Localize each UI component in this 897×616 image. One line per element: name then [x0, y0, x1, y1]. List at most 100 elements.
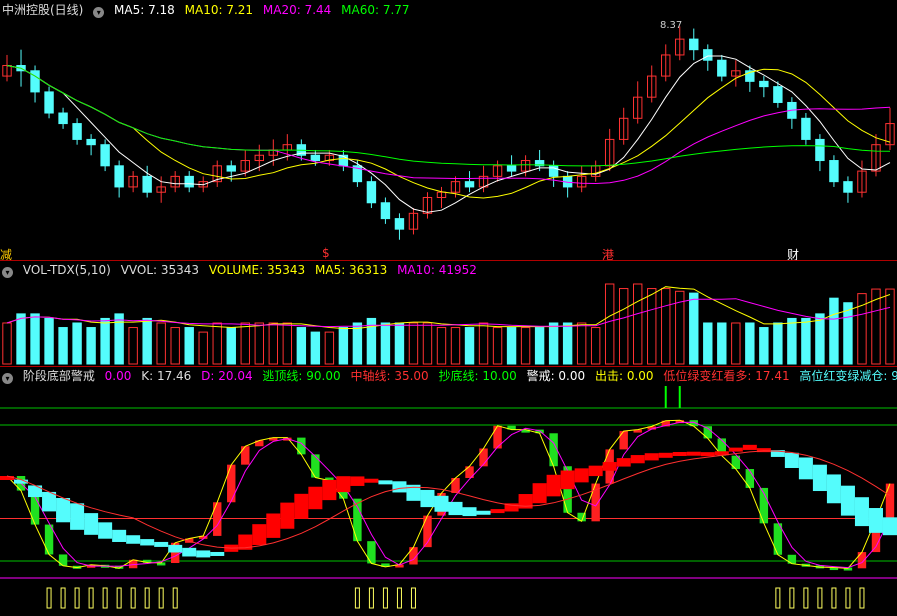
candle-body: [394, 218, 405, 230]
stock-name[interactable]: 中洲控股(日线): [2, 3, 83, 17]
bottom-warning-mark: [172, 587, 178, 609]
trend-band: [882, 517, 897, 536]
volume-bar: [703, 322, 713, 365]
high-price-label: 8.37: [660, 20, 683, 31]
volume-bar: [184, 327, 194, 365]
volume-bar: [72, 322, 82, 365]
volume-bar: [562, 322, 573, 365]
d-label: D: 20.04: [201, 369, 253, 383]
vol-indicator-name[interactable]: VOL-TDX(5,10): [23, 263, 111, 277]
collapse-icon[interactable]: ▾: [2, 373, 13, 384]
trend-band: [630, 455, 645, 464]
out-label: 出击: 0.00: [594, 369, 654, 383]
volume-bar: [661, 288, 671, 365]
volume-bar: [296, 327, 307, 365]
candle-body: [142, 175, 152, 193]
volume-bar: [324, 331, 335, 365]
bottom-warning-mark: [46, 587, 52, 609]
volume-bar: [829, 297, 839, 365]
ma60-line: [6, 65, 891, 167]
signal-panel[interactable]: ▾ 阶段底部警戒 0.00 K: 17.46 D: 20.04 逃顶线: 90.…: [0, 366, 897, 616]
candle-body: [773, 86, 783, 103]
volume-bar: [745, 322, 755, 365]
bottom-warning-mark: [396, 587, 402, 609]
bottom-warning-mark: [382, 587, 388, 609]
volume-bar: [759, 327, 769, 365]
trend-band: [616, 458, 631, 467]
volume-bar: [450, 327, 461, 365]
volume-bar: [30, 313, 40, 365]
volume-bar: [170, 327, 180, 365]
ma20-line: [6, 65, 891, 185]
bottom-warning-mark: [60, 587, 66, 609]
volume-bar: [128, 327, 138, 365]
volume-bar: [352, 322, 363, 365]
collapse-icon[interactable]: ▾: [93, 7, 105, 18]
trend-band: [742, 444, 757, 450]
collapse-icon[interactable]: ▾: [2, 267, 13, 278]
volume-bar: [548, 322, 559, 365]
volume-panel[interactable]: ▾ VOL-TDX(5,10) VVOL: 35343 VOLUME: 3534…: [0, 260, 897, 366]
price-chart[interactable]: [0, 0, 897, 260]
bottom-warning-mark: [144, 587, 150, 609]
volume-bar: [604, 283, 615, 365]
bottom-warning-mark: [116, 587, 122, 609]
volume-bar: [436, 327, 447, 365]
trend-band: [0, 476, 15, 480]
marker-dollar[interactable]: $: [322, 246, 330, 260]
trend-band: [196, 550, 211, 558]
volume-bar: [773, 322, 783, 365]
trend-band: [378, 480, 393, 485]
volume-bar: [282, 322, 293, 365]
volume-bar: [422, 322, 433, 365]
bottom-warning-mark: [817, 587, 823, 609]
trend-band: [490, 509, 505, 514]
bottom-warning-mark: [158, 587, 164, 609]
bottom-warning-mark: [88, 587, 94, 609]
trend-band: [434, 495, 449, 512]
candle-body: [815, 138, 825, 162]
price-panel[interactable]: 中洲控股(日线) ▾ MA5: 7.18 MA10: 7.21 MA20: 7.…: [0, 0, 897, 262]
trend-band: [798, 457, 813, 480]
volume-bar: [226, 327, 236, 365]
middle-label: 中轴线: 35.00: [350, 369, 429, 383]
trend-band: [448, 501, 463, 516]
k-step-bar: [58, 554, 68, 566]
candle-body: [703, 49, 713, 61]
vvol-label: VVOL: 35343: [120, 263, 200, 277]
volume-bar: [240, 322, 250, 365]
trend-band: [336, 476, 351, 493]
k-step-bar: [241, 446, 250, 465]
k-step-bar: [213, 502, 222, 536]
signal-indicator-name[interactable]: 阶段底部警戒: [23, 369, 95, 383]
volume-bar: [212, 322, 222, 365]
volume-bar: [492, 327, 503, 365]
candle-body: [44, 91, 54, 114]
price-header: 中洲控股(日线) ▾ MA5: 7.18 MA10: 7.21 MA20: 7.…: [2, 2, 416, 18]
candle-body: [548, 165, 559, 177]
k-line: [6, 419, 891, 569]
volume-bar: [647, 288, 657, 365]
candle-body: [380, 202, 391, 220]
candle-body: [506, 165, 517, 172]
volume-bar: [254, 322, 264, 365]
signal-chart[interactable]: [0, 366, 897, 616]
trend-band: [140, 539, 155, 546]
trend-band: [126, 535, 141, 544]
k-step-bar: [885, 483, 895, 520]
volume-bar: [2, 322, 12, 365]
volume-bar: [114, 313, 124, 365]
ma10-label: MA10: 7.21: [184, 3, 254, 17]
bottom-warning-mark: [74, 587, 80, 609]
candle-body: [310, 154, 321, 162]
volume-bar: [198, 331, 208, 365]
volume-label: VOLUME: 35343: [208, 263, 306, 277]
volume-bar: [689, 292, 699, 365]
trend-band: [266, 513, 281, 538]
candle-body: [58, 112, 68, 125]
trend-band: [854, 497, 869, 527]
trend-band: [392, 481, 407, 493]
trend-band: [280, 502, 295, 529]
trend-band: [462, 507, 477, 517]
trend-band: [154, 541, 169, 547]
